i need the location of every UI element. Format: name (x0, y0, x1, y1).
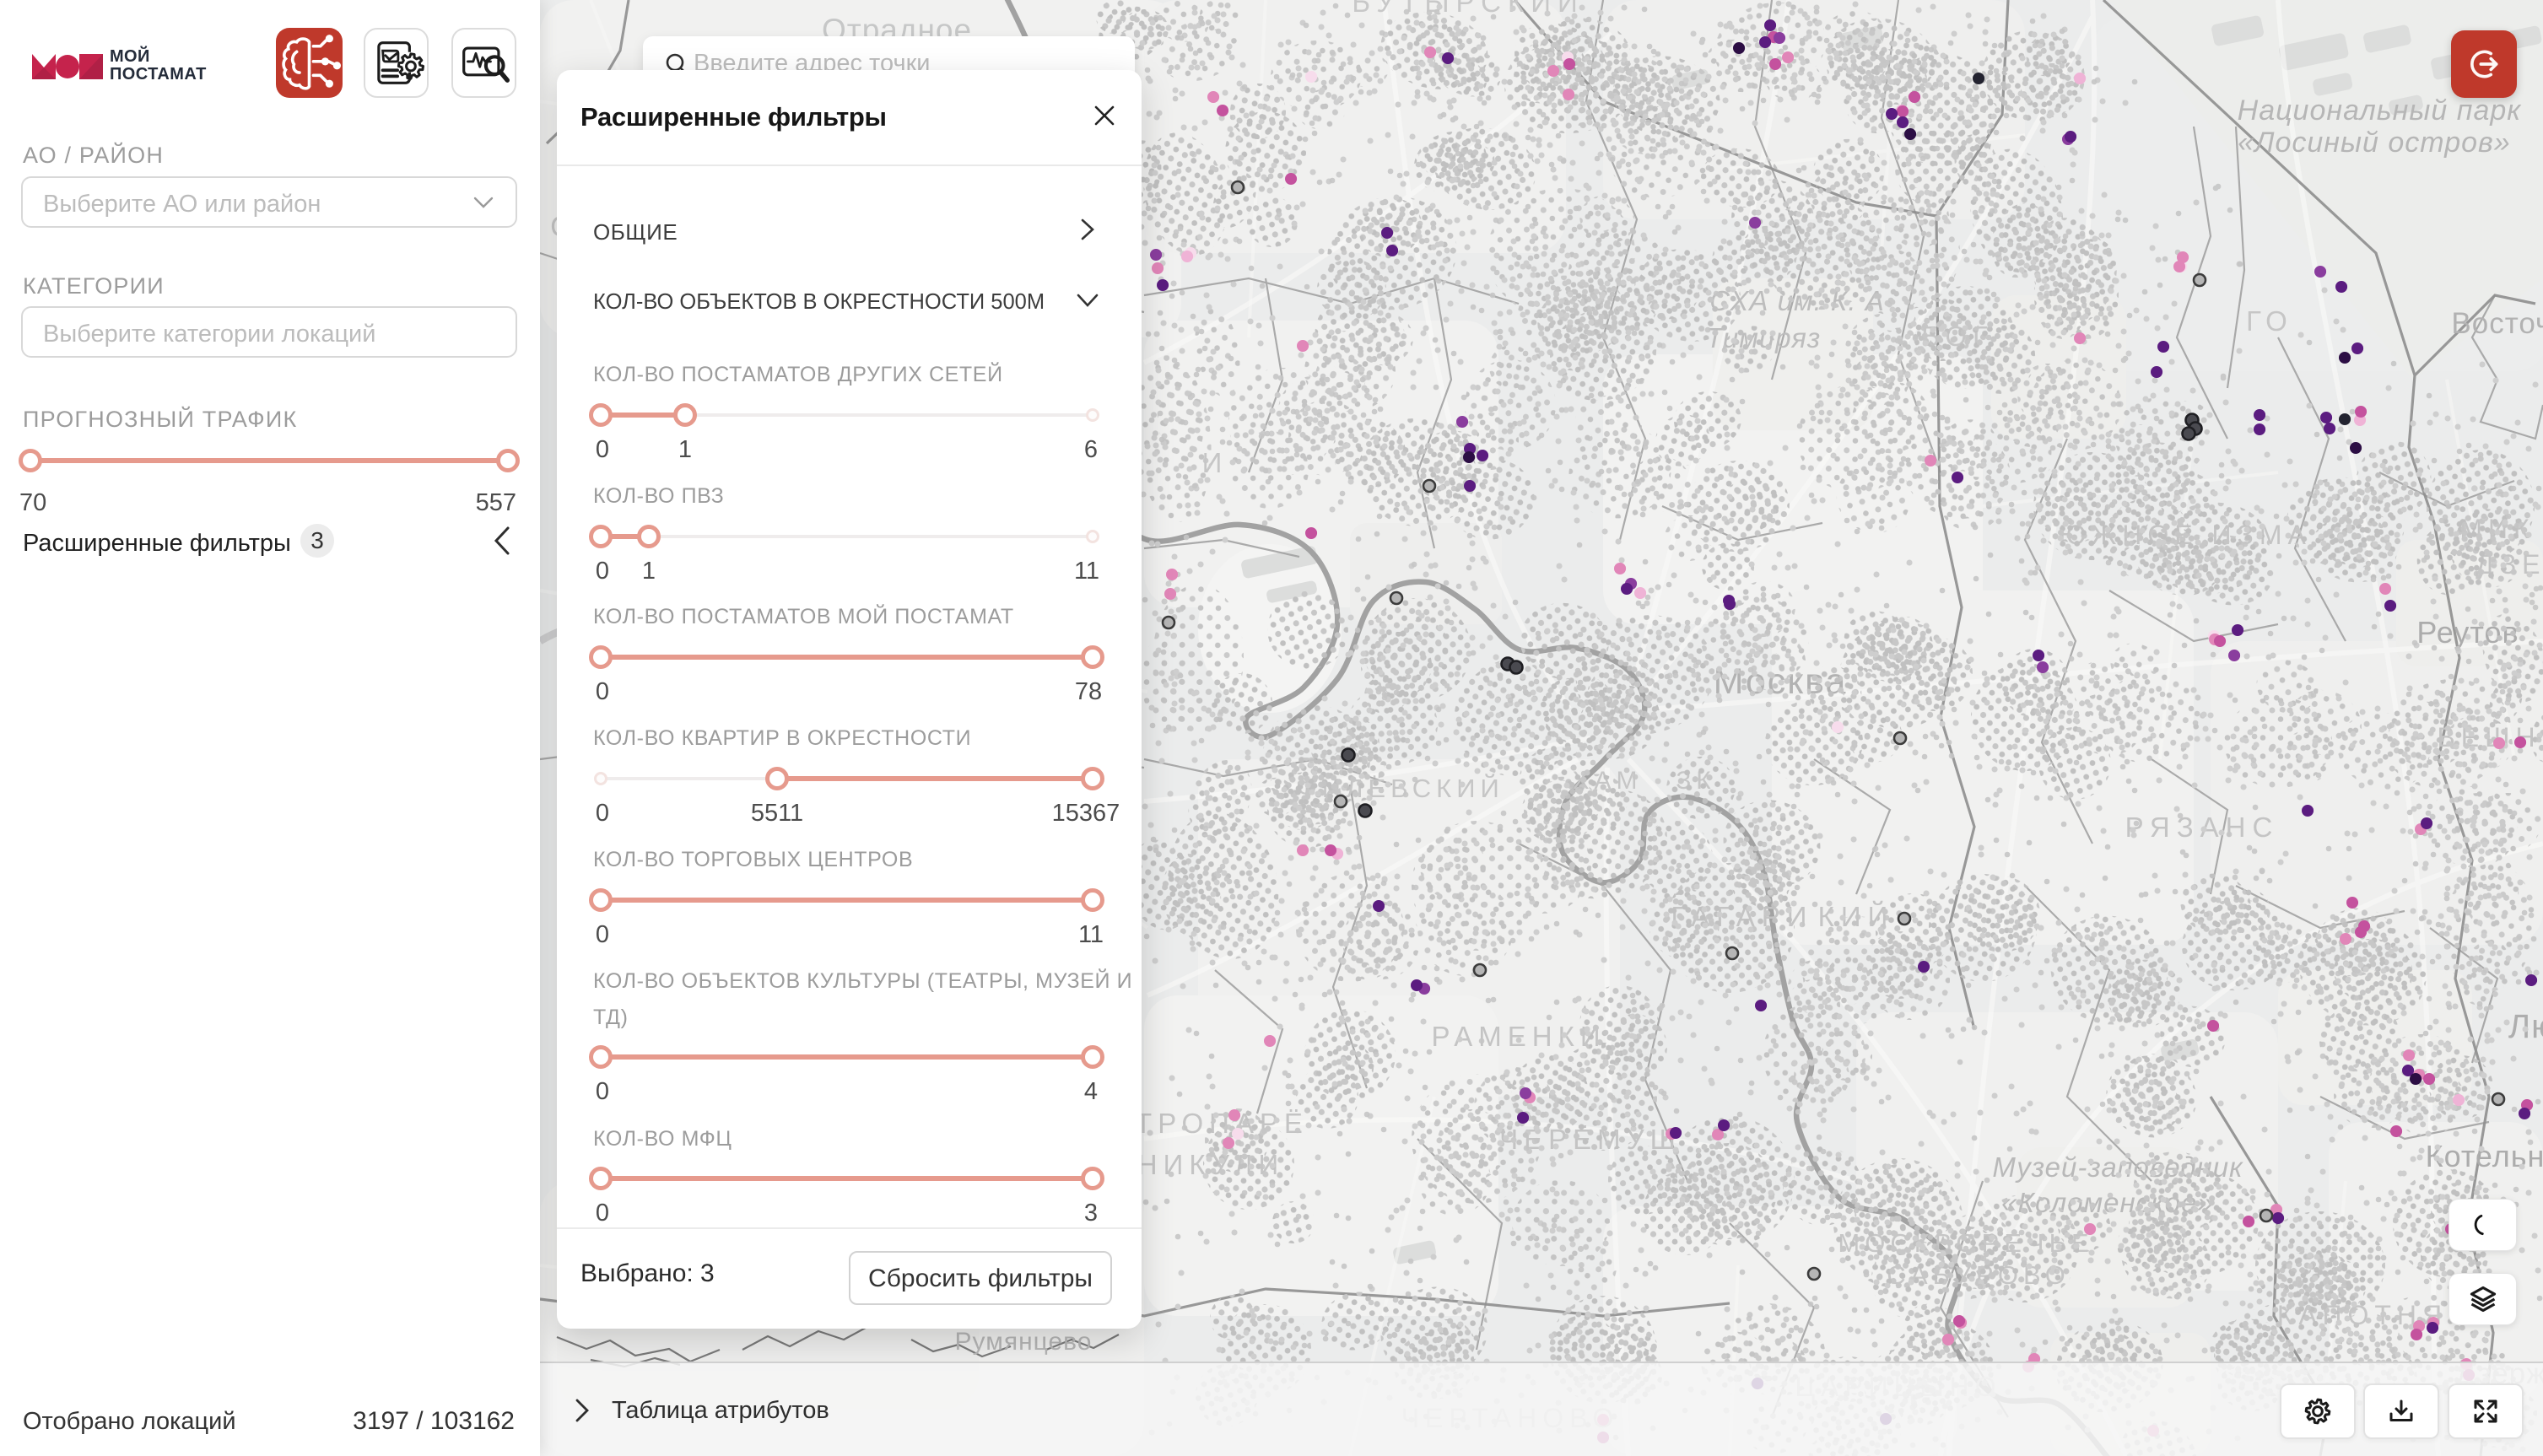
svg-text:«Лосиный остров»: «Лосиный остров» (2238, 127, 2510, 159)
svg-text:Румянцево: Румянцево (955, 1328, 1093, 1356)
svg-text:Национальный парк: Национальный парк (2238, 94, 2523, 127)
svg-text:Восточн: Восточн (2451, 307, 2543, 340)
svg-text:Котельники: Котельники (2426, 1139, 2543, 1173)
svg-text:ГО: ГО (2246, 305, 2293, 337)
